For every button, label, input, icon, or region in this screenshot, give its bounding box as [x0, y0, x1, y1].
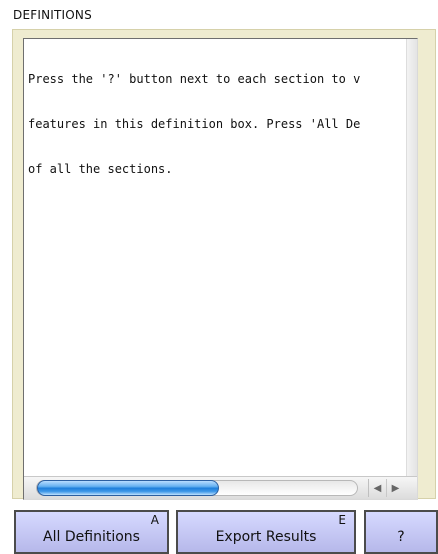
- all-definitions-hotkey: A: [150, 513, 159, 527]
- export-results-button[interactable]: E Export Results: [176, 510, 356, 554]
- export-results-hotkey: E: [338, 513, 346, 527]
- scroll-right-arrow-icon[interactable]: ▶: [386, 479, 404, 497]
- horizontal-scroll-track[interactable]: [36, 480, 358, 496]
- definition-line-1: Press the '?' button next to each sectio…: [28, 72, 361, 86]
- scroll-arrow-group: ◀ ▶: [368, 479, 404, 497]
- all-definitions-label: All Definitions: [43, 529, 140, 545]
- horizontal-scrollbar[interactable]: ◀ ▶: [24, 476, 417, 499]
- horizontal-scroll-thumb[interactable]: [37, 480, 219, 496]
- definitions-panel: Press the '?' button next to each sectio…: [12, 29, 436, 500]
- definition-line-2: features in this definition box. Press '…: [28, 117, 361, 131]
- definitions-window: DEFINITIONS Press the '?' button next to…: [0, 0, 438, 554]
- all-definitions-button[interactable]: A All Definitions: [14, 510, 169, 554]
- definitions-heading: DEFINITIONS: [13, 8, 92, 22]
- help-label: ?: [397, 529, 405, 545]
- help-button[interactable]: ?: [364, 510, 438, 554]
- scroll-left-arrow-icon[interactable]: ◀: [369, 479, 386, 497]
- definition-line-3: of all the sections.: [28, 162, 173, 176]
- definition-text-box[interactable]: Press the '?' button next to each sectio…: [23, 38, 418, 500]
- export-results-label: Export Results: [215, 529, 317, 545]
- definition-text-content: Press the '?' button next to each sectio…: [28, 42, 417, 207]
- vertical-scrollbar[interactable]: [406, 39, 417, 499]
